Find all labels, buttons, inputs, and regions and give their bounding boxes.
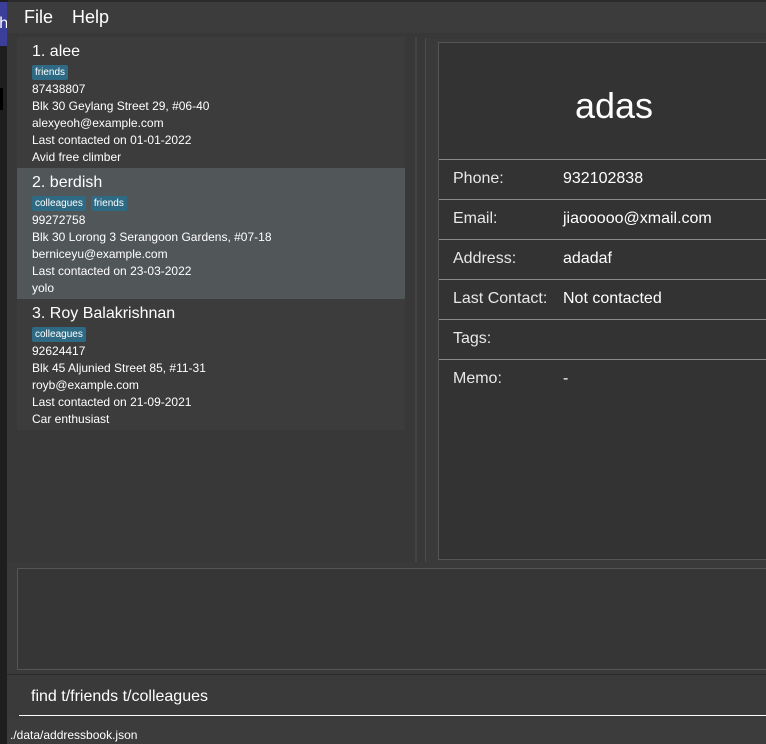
menu-file[interactable]: File [24,7,53,28]
tag-label: friends [32,65,69,80]
detail-label: Memo: [453,370,502,387]
status-bar: ./data/addressbook.json [7,724,766,744]
detail-email: jiaooooo@xmail.com [563,210,712,227]
person-tags: friends [32,65,69,80]
menu-help[interactable]: Help [72,7,109,28]
person-last-contacted: Last contacted on 23-03-2022 [32,264,192,278]
detail-label: Email: [453,210,498,227]
person-phone: 92624417 [32,344,86,358]
detail-label: Last Contact: [453,290,548,307]
tag-label: colleagues [32,196,86,211]
person-name: 2. berdish [32,174,103,191]
person-card[interactable]: 1. alee friends 87438807 Blk 30 Geylang … [17,37,405,168]
command-box [7,674,766,719]
detail-address: adadaf [563,250,612,267]
person-name: 3. Roy Balakrishnan [32,305,176,322]
result-display-panel [7,562,766,674]
detail-row-memo: Memo: - [439,359,766,399]
person-email: royb@example.com [32,378,139,392]
person-tags: colleagues [32,327,86,342]
person-name: 1. alee [32,43,81,60]
detail-label: Tags: [453,330,492,347]
person-list-panel[interactable]: 1. alee friends 87438807 Blk 30 Geylang … [17,37,415,562]
save-location: ./data/addressbook.json [10,728,138,742]
person-phone: 99272758 [32,213,86,227]
address-book-window: File Help 1. alee friends 87438807 Blk 3… [7,2,766,744]
command-input[interactable] [19,679,766,716]
detail-row-address: Address: adadaf [439,239,766,279]
person-memo: Car enthusiast [32,412,110,426]
split-pane-divider[interactable] [415,37,417,562]
result-display[interactable] [17,568,766,670]
tag-label: friends [90,196,127,211]
person-email: alexyeoh@example.com [32,116,164,130]
menu-bar: File Help [7,2,766,33]
person-phone: 87438807 [32,82,86,96]
detail-name: adas [574,85,654,126]
detail-label: Address: [453,250,517,267]
person-card[interactable]: 3. Roy Balakrishnan colleagues 92624417 … [17,299,405,430]
person-address: Blk 45 Aljunied Street 85, #11-31 [32,361,206,375]
detail-label: Phone: [453,170,504,187]
detail-phone: 932102838 [563,170,644,187]
person-card-selected[interactable]: 2. berdish colleagues friends 99272758 B… [17,168,405,299]
detail-memo: - [563,370,569,387]
person-memo: Avid free climber [32,150,122,164]
detail-row-email: Email: jiaooooo@xmail.com [439,199,766,239]
person-detail-card: adas Phone: 932102838 Email: jiaooooo@xm… [438,42,766,560]
detail-row-last-contact: Last Contact: Not contacted [439,279,766,319]
detail-row-phone: Phone: 932102838 [439,159,766,199]
person-address: Blk 30 Lorong 3 Serangoon Gardens, #07-1… [32,230,272,244]
person-email: berniceyu@example.com [32,247,168,261]
person-last-contacted: Last contacted on 01-01-2022 [32,133,192,147]
detail-row-tags: Tags: [439,319,766,359]
background-window-marker [0,88,3,110]
tag-label: colleagues [32,327,86,342]
detail-last-contact: Not contacted [563,290,662,307]
person-address: Blk 30 Geylang Street 29, #06-40 [32,99,210,113]
main-split-pane: 1. alee friends 87438807 Blk 30 Geylang … [7,33,766,562]
person-detail-panel: adas Phone: 932102838 Email: jiaooooo@xm… [425,38,766,562]
person-last-contacted: Last contacted on 21-09-2021 [32,395,192,409]
person-memo: yolo [32,281,55,295]
person-tags: colleagues friends [32,196,127,211]
